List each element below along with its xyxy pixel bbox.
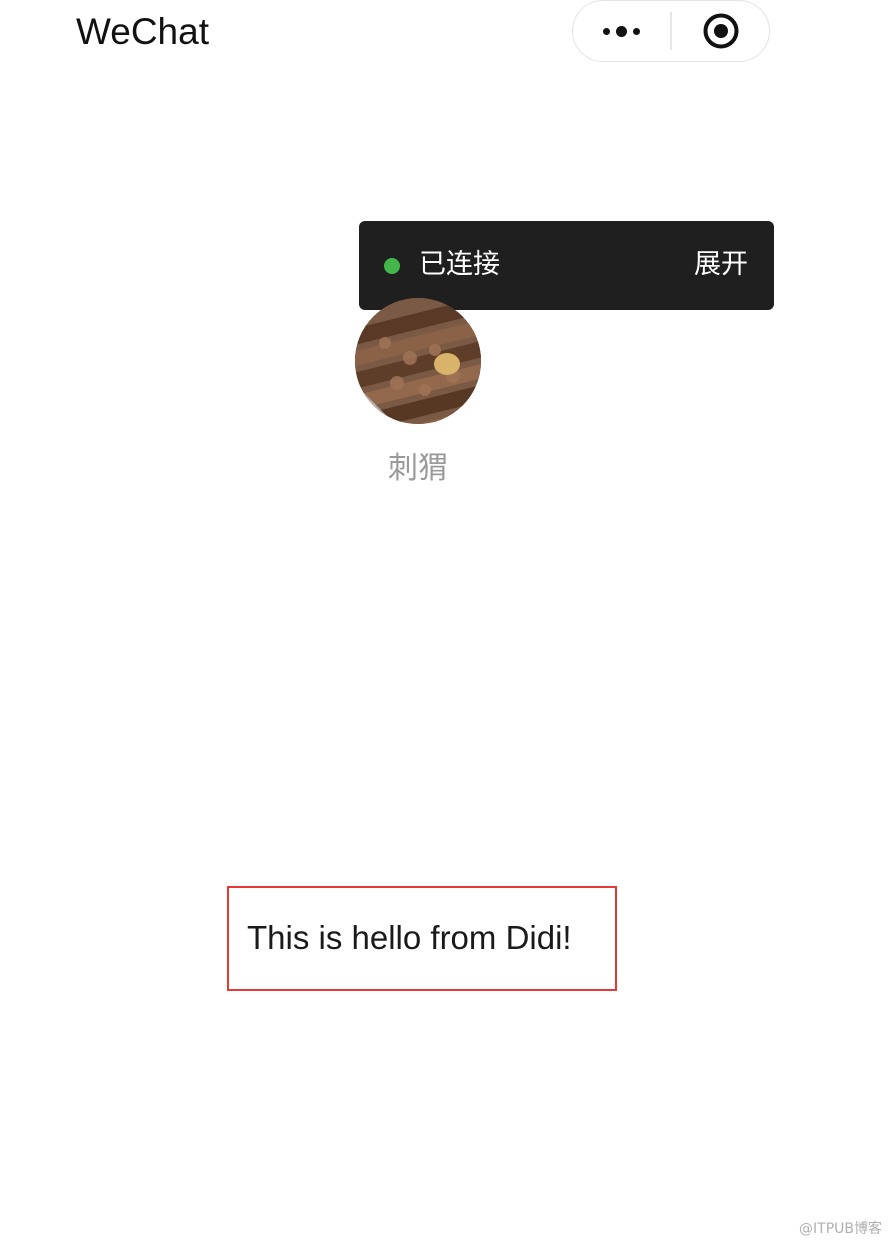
username-label: 刺猬 — [388, 451, 448, 486]
watermark-text: @ITPUB博客 — [799, 1221, 882, 1237]
mini-program-capsule — [572, 0, 770, 62]
close-button[interactable] — [672, 1, 769, 61]
hello-message-text: This is hello from Didi! — [247, 919, 572, 956]
target-circle-icon — [703, 13, 738, 49]
connected-status-dot-icon — [384, 258, 400, 274]
connection-status-label: 已连接 — [419, 249, 500, 280]
more-dots-icon — [603, 25, 640, 37]
avatar-food-photo-icon — [355, 298, 481, 424]
more-button[interactable] — [573, 1, 670, 61]
expand-button[interactable]: 展开 — [694, 247, 748, 283]
avatar[interactable] — [355, 298, 481, 424]
hello-message-box: This is hello from Didi! — [227, 886, 617, 991]
connection-banner: 已连接 展开 — [359, 221, 774, 310]
app-title: WeChat — [76, 11, 209, 52]
